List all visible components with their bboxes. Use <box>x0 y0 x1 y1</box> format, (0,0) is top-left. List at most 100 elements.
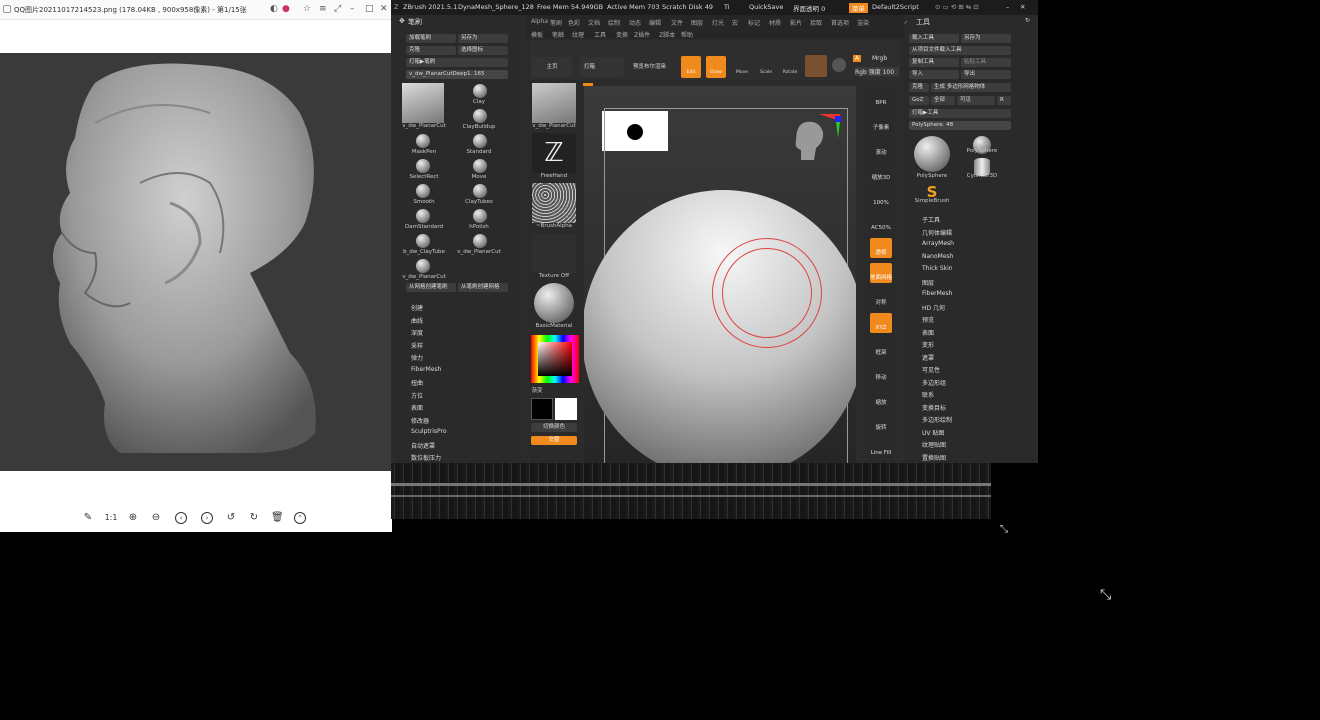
view-control-button[interactable]: 旋转 <box>870 413 892 433</box>
load-from-project-button[interactable]: 从项目文件载入工具 <box>909 46 1011 55</box>
menu-item[interactable]: 灯光 <box>712 18 724 27</box>
tool-subpalette-item[interactable]: Thick Skin <box>922 265 953 272</box>
brush-thumb-icon[interactable] <box>473 184 487 198</box>
tool-subpalette-item[interactable]: UV 贴图 <box>922 428 944 437</box>
view-control-button[interactable]: AC50% <box>870 213 892 233</box>
lightbox-tool-button[interactable]: 灯箱▶工具 <box>909 109 1011 118</box>
menu-item[interactable]: 图层 <box>691 18 703 27</box>
pin-icon[interactable]: ☆ <box>303 4 311 14</box>
select-icon-button[interactable]: 选择图标 <box>458 46 508 55</box>
brush-thumb-icon[interactable] <box>416 134 430 148</box>
minimize-icon[interactable]: – <box>1006 3 1009 11</box>
brush-subpalette-item[interactable]: 修改器 <box>411 416 429 425</box>
view-control-button[interactable]: 透视 <box>870 238 892 258</box>
tool-subpalette-item[interactable]: 变换目标 <box>922 403 946 412</box>
brush-subpalette-item[interactable]: 弹力 <box>411 353 423 362</box>
brush-thumb-icon[interactable] <box>473 209 487 223</box>
menu-item[interactable]: 标记 <box>748 18 760 27</box>
menu-item[interactable]: 工具 <box>594 30 606 39</box>
window-controls-icon[interactable]: ⊙ ▭ ⟲ ⊞ ⇆ ⊡ <box>935 3 979 11</box>
brush-thumb-icon[interactable] <box>473 234 487 248</box>
edit-button[interactable]: Edit <box>681 56 701 78</box>
menu-item[interactable]: Z脚本 <box>659 30 675 39</box>
view-control-button[interactable]: Line Fill <box>870 438 892 458</box>
menu-item[interactable]: Z插件 <box>634 30 650 39</box>
tool-subpalette-item[interactable]: NanoMesh <box>922 253 953 260</box>
rotate-right-icon[interactable]: ↻ <box>248 512 260 524</box>
texture-thumbnail[interactable] <box>532 233 576 273</box>
menu-item[interactable]: 材质 <box>769 18 781 27</box>
tool-subpalette-item[interactable]: 置换贴图 <box>922 453 946 462</box>
tool-subpalette-item[interactable]: 遮罩 <box>922 353 934 362</box>
goz-visible-button[interactable]: 可见 <box>957 96 995 105</box>
tool-subpalette-item[interactable]: ArrayMesh <box>922 240 954 247</box>
edit-icon[interactable]: ✎ <box>82 512 94 524</box>
brush-subpalette-item[interactable]: 曲线 <box>411 316 423 325</box>
make-polymesh-button[interactable]: 生成 多边形网格物体 <box>931 83 1011 92</box>
move-button[interactable]: Move <box>732 56 752 78</box>
color-picker[interactable] <box>531 335 579 383</box>
menu-item[interactable]: 渲染 <box>857 18 869 27</box>
brush-thumb-icon[interactable] <box>416 234 430 248</box>
view-control-button[interactable]: 100% <box>870 188 892 208</box>
menu-item[interactable]: 宏 <box>732 18 738 27</box>
tool-subpalette-item[interactable]: FiberMesh <box>922 290 952 297</box>
share-icon[interactable]: ● <box>282 4 290 14</box>
menu-icon[interactable]: ≡ <box>319 4 327 14</box>
tool-subpalette-item[interactable]: 变形 <box>922 340 934 349</box>
import-button[interactable]: 导入 <box>909 70 959 79</box>
minimize-icon[interactable]: – <box>350 4 355 14</box>
script-selector[interactable]: Default2Script <box>872 3 919 11</box>
menu-item[interactable]: 绘制 <box>608 18 620 27</box>
palette-reset-icon[interactable]: ↻ <box>1025 17 1030 24</box>
brush-thumb-icon[interactable] <box>473 159 487 173</box>
menu-item[interactable]: 首选项 <box>831 18 849 27</box>
tool-thumb-polysphere[interactable] <box>914 136 950 172</box>
bpr-preview-tab[interactable]: 预览布尔渲染 <box>630 57 680 77</box>
close-icon[interactable]: ✕ <box>1020 3 1025 11</box>
tool-subpalette-item[interactable]: 表面 <box>922 328 934 337</box>
material-thumbnail[interactable] <box>534 283 574 323</box>
lightbox-brush-button[interactable]: 灯箱▶笔刷 <box>406 58 508 67</box>
zoom-out-icon[interactable]: ⊖ <box>150 512 162 524</box>
color-icon[interactable]: ◐ <box>270 4 278 14</box>
tool-subpalette-item[interactable]: 可见性 <box>922 365 940 374</box>
brush-subpalette-item[interactable]: 采样 <box>411 341 423 350</box>
next-icon[interactable]: › <box>201 512 213 524</box>
tool-subpalette-item[interactable]: HD 几何 <box>922 303 945 312</box>
tool-subpalette-item[interactable]: 多边形绘制 <box>922 415 952 424</box>
alpha-thumbnail[interactable] <box>532 183 576 223</box>
canvas[interactable] <box>584 86 856 463</box>
brush-subpalette-item[interactable]: FiberMesh <box>411 366 441 373</box>
view-control-button[interactable]: 地面网格 <box>870 263 892 283</box>
brush-subpalette-item[interactable]: 扭曲 <box>411 378 423 387</box>
tool-subpalette-item[interactable]: 纹理贴图 <box>922 440 946 449</box>
tool-subpalette-item[interactable]: 联系 <box>922 390 934 399</box>
brush-subpalette-item[interactable]: SculptrisPro <box>411 428 447 435</box>
secondary-color[interactable] <box>555 398 577 420</box>
lightbox-tab[interactable]: 灯箱 <box>580 57 624 77</box>
create-brush-from-mesh-button[interactable]: 从网格创建笔刷 <box>406 283 456 292</box>
menu-item[interactable]: 纹理 <box>572 30 584 39</box>
goz-r-button[interactable]: R <box>997 96 1011 105</box>
view-control-button[interactable]: 缩放3D <box>870 163 892 183</box>
mrgb-toggle[interactable]: Mrgb <box>872 55 887 62</box>
save-tool-as-button[interactable]: 另存为 <box>961 34 1011 43</box>
rotate-button[interactable]: Rotate <box>780 56 800 78</box>
brush-thumb-icon[interactable] <box>416 159 430 173</box>
zsub-icon[interactable] <box>832 58 846 72</box>
view-control-button[interactable]: BPR <box>870 88 892 108</box>
draw-button[interactable]: Draw <box>706 56 726 78</box>
save-brush-as-button[interactable]: 另存为 <box>458 34 508 43</box>
brush-thumb-icon[interactable] <box>416 209 430 223</box>
tool-subpalette-item[interactable]: 子工具 <box>922 215 940 224</box>
view-control-button[interactable]: 框架 <box>870 338 892 358</box>
export-button[interactable]: 导出 <box>961 70 1011 79</box>
actual-size-button[interactable]: 1:1 <box>104 512 118 524</box>
brush-subpalette-item[interactable]: 自动遮罩 <box>411 441 435 450</box>
view-control-button[interactable]: 缩放 <box>870 388 892 408</box>
rotate-left-icon[interactable]: ↺ <box>225 512 237 524</box>
brush-thumb-icon[interactable] <box>416 259 430 273</box>
current-tool-slider[interactable]: PolySphere. 48 <box>909 121 1011 130</box>
more-icon[interactable]: ⌃ <box>294 512 306 524</box>
